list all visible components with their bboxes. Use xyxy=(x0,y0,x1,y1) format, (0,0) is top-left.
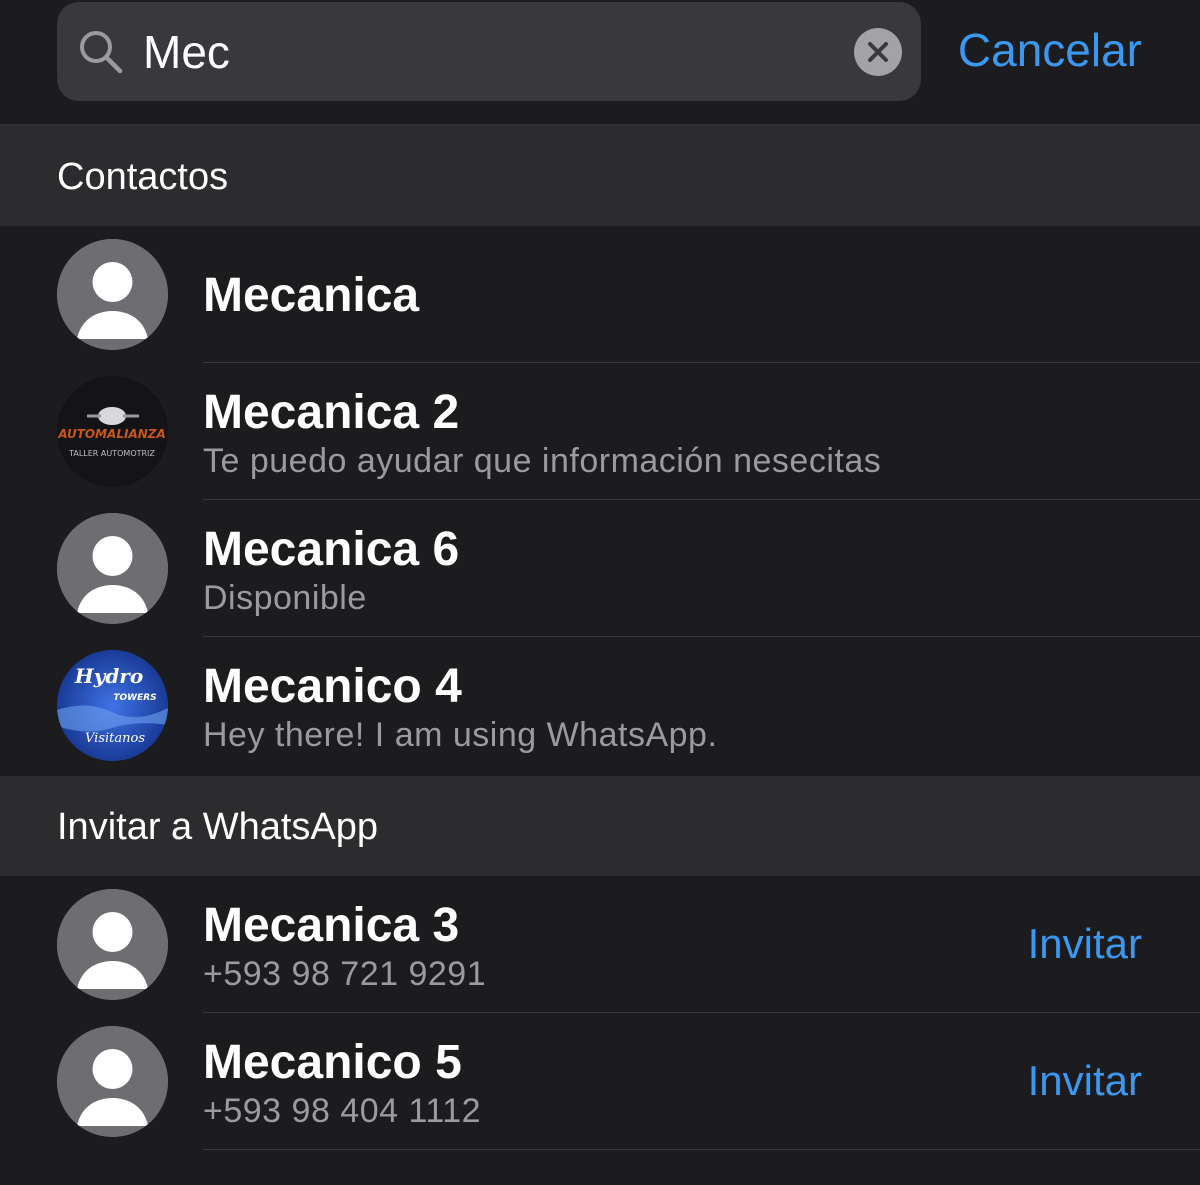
photo-avatar-automalianza: AUTOMALIANZA TALLER AUTOMOTRIZ xyxy=(57,376,168,487)
section-header-contacts: Contactos xyxy=(0,126,1200,226)
contact-phone: +593 98 721 9291 xyxy=(203,955,487,993)
contact-name: Mecanica 6 xyxy=(203,523,460,576)
contact-row[interactable]: Mecanica 6 Disponible xyxy=(0,500,1200,637)
contact-name: Mecanica 3 xyxy=(203,899,460,952)
section-title-invite: Invitar a WhatsApp xyxy=(57,806,379,848)
search-screen: Cancelar Contactos Mecanica AUTOMALIANZA… xyxy=(0,0,1200,1185)
contact-status: Te puedo ayudar que información nesecita… xyxy=(203,442,882,480)
section-header-invite: Invitar a WhatsApp xyxy=(0,776,1200,876)
default-avatar xyxy=(57,513,168,624)
photo-avatar-hydro: Hydro TOWERS Visitanos xyxy=(57,650,168,761)
avatar-text: TOWERS xyxy=(113,693,156,703)
contact-row[interactable]: AUTOMALIANZA TALLER AUTOMOTRIZ Mecanica … xyxy=(0,363,1200,500)
invite-row[interactable]: Mecanica 3 +593 98 721 9291 Invitar xyxy=(0,876,1200,1013)
search-input[interactable] xyxy=(143,24,823,80)
contact-status: Disponible xyxy=(203,579,367,617)
row-divider xyxy=(203,1149,1200,1150)
contact-name: Mecanica 2 xyxy=(203,386,460,439)
search-field[interactable] xyxy=(57,2,921,101)
invite-button[interactable]: Invitar xyxy=(1028,1056,1142,1106)
clear-icon xyxy=(868,42,888,62)
contact-name: Mecanico 5 xyxy=(203,1036,462,1089)
avatar-text: TALLER AUTOMOTRIZ xyxy=(68,449,155,458)
section-title-contacts: Contactos xyxy=(57,156,229,198)
contact-name: Mecanica xyxy=(203,269,420,322)
invite-row[interactable]: Mecanico 5 +593 98 404 1112 Invitar xyxy=(0,1013,1200,1150)
search-icon xyxy=(80,31,123,74)
default-avatar xyxy=(57,1026,168,1137)
contact-row[interactable]: Mecanica xyxy=(0,226,1200,363)
invite-button[interactable]: Invitar xyxy=(1028,919,1142,969)
default-avatar xyxy=(57,889,168,1000)
contact-name: Mecanico 4 xyxy=(203,660,462,713)
cancel-button[interactable]: Cancelar xyxy=(958,22,1142,78)
contact-row[interactable]: Hydro TOWERS Visitanos Mecanico 4 Hey th… xyxy=(0,637,1200,774)
avatar-text: AUTOMALIANZA xyxy=(57,427,166,441)
default-avatar xyxy=(57,239,168,350)
clear-search-button[interactable] xyxy=(854,28,902,76)
search-header: Cancelar xyxy=(0,0,1200,126)
avatar-text: Visitanos xyxy=(85,731,145,746)
contact-phone: +593 98 404 1112 xyxy=(203,1092,482,1130)
contact-status: Hey there! I am using WhatsApp. xyxy=(203,716,718,754)
avatar-text: Hydro xyxy=(74,664,143,688)
